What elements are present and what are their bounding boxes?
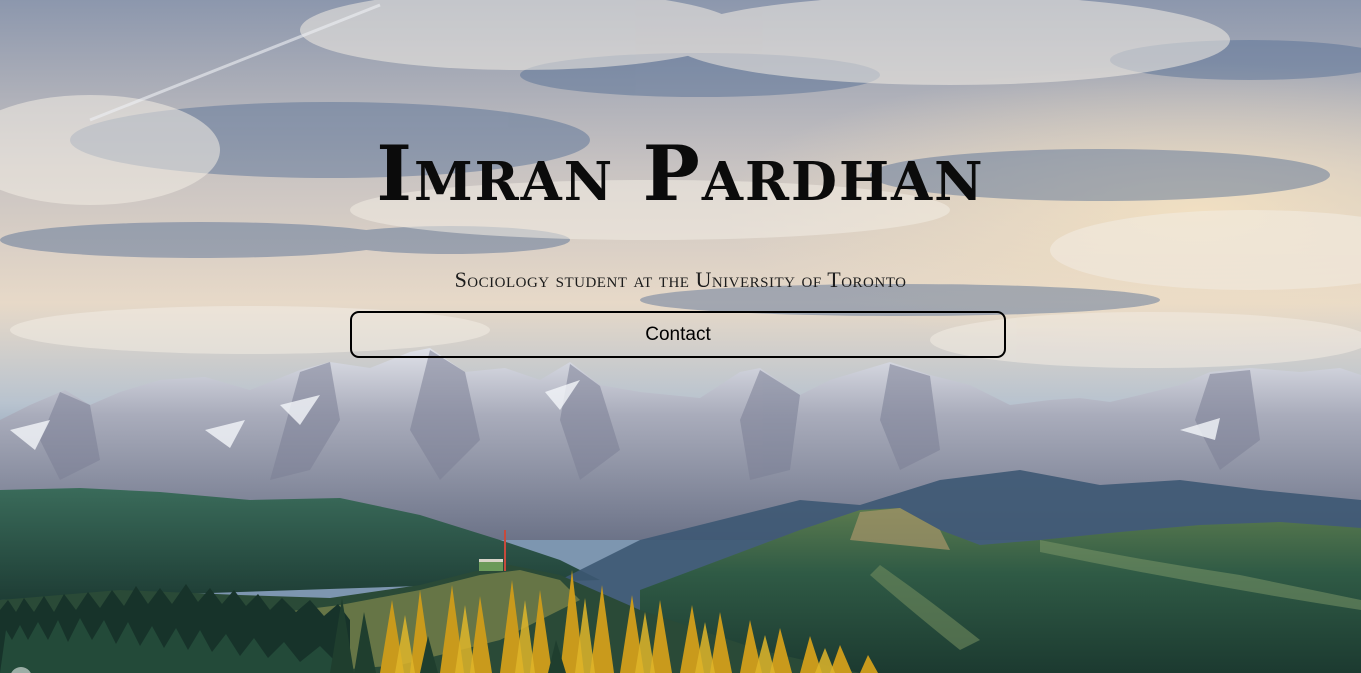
page-subtitle: Sociology student at the University of T… — [454, 267, 907, 292]
hero-section: Imran Pardhan Sociology student at the U… — [0, 0, 1361, 673]
contact-button[interactable]: Contact — [350, 311, 1006, 358]
page-title: Imran Pardhan — [376, 129, 985, 218]
